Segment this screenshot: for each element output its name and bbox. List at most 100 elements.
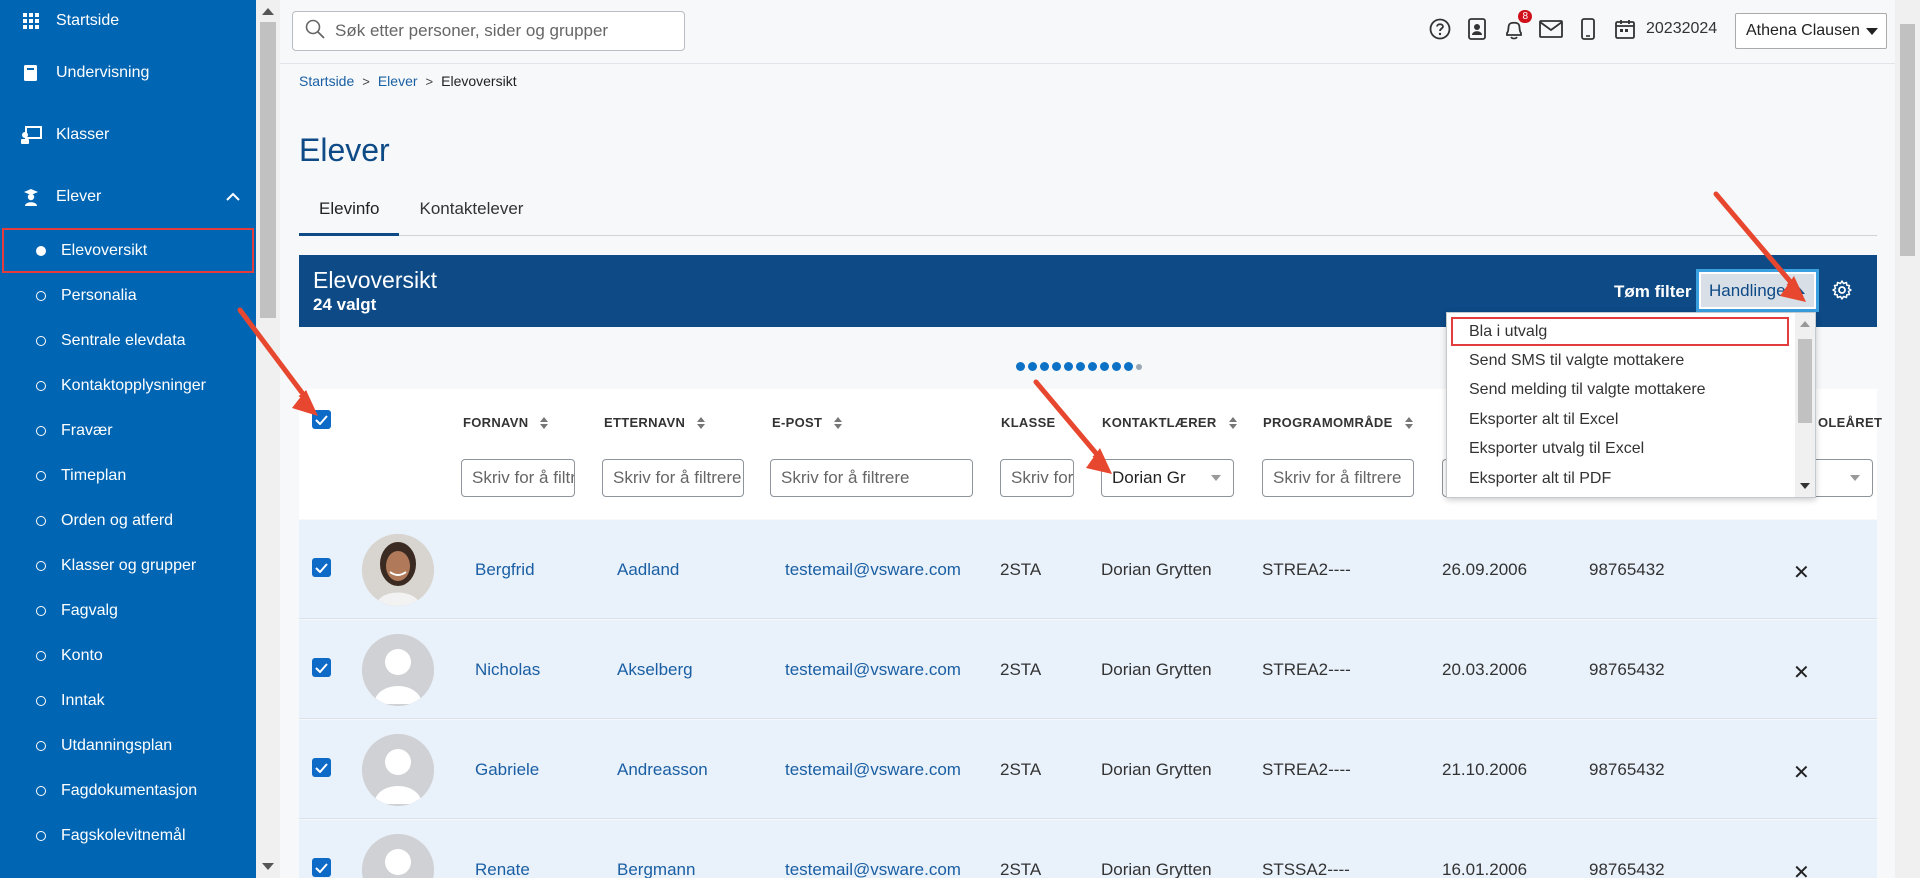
sidebar-item-klasser[interactable]: Klasser	[0, 104, 256, 166]
cell-fornavn[interactable]: Renate	[475, 860, 530, 878]
filter-programomrade[interactable]	[1262, 459, 1414, 497]
scroll-up-arrow[interactable]	[1800, 321, 1810, 327]
sidebar-subitem-label: Klasser og grupper	[61, 556, 197, 574]
mail-icon[interactable]	[1539, 16, 1563, 42]
sidebar-item-undervisning[interactable]: Undervisning	[0, 42, 256, 104]
row-checkbox[interactable]	[312, 858, 331, 877]
sort-icon[interactable]	[834, 416, 843, 429]
sidebar-subitem[interactable]: Fagvalg	[0, 588, 256, 633]
avatar-placeholder-icon	[362, 634, 434, 706]
actions-menu-item[interactable]: Eksporter alt til PDF	[1447, 464, 1792, 493]
cell-klasse: 2STA	[1000, 660, 1042, 679]
scroll-down-arrow[interactable]	[262, 863, 274, 870]
notification-bell-icon[interactable]: 8	[1502, 10, 1532, 42]
sidebar-subitem[interactable]: Fravær	[0, 408, 256, 453]
search-input[interactable]	[335, 21, 665, 41]
tab-elevinfo[interactable]: Elevinfo	[299, 191, 400, 236]
tab-kontaktelever[interactable]: Kontaktelever	[399, 191, 543, 236]
student-icon	[20, 186, 42, 208]
cell-etternavn[interactable]: Akselberg	[617, 660, 693, 680]
column-header-programomrade[interactable]: PROGRAMOMRÅDE	[1263, 415, 1413, 430]
sidebar-subitem[interactable]: Fagskolevitnemål	[0, 813, 256, 858]
column-header-kontaktlaerer[interactable]: KONTAKTLÆRER	[1102, 415, 1237, 430]
sidebar-subitem[interactable]: Sentrale elevdata	[0, 318, 256, 363]
school-year[interactable]: 20232024	[1646, 20, 1717, 38]
clear-filter-button[interactable]: Tøm filter	[1614, 282, 1691, 302]
filter-etternavn[interactable]	[602, 459, 744, 497]
cell-epost[interactable]: testemail@vsware.com	[785, 760, 961, 780]
actions-menu-item[interactable]: Eksporter utvalg til Excel	[1447, 434, 1792, 463]
sidebar-subitem[interactable]: Inntak	[0, 678, 256, 723]
sidebar-scrollbar[interactable]	[256, 0, 280, 878]
table-row[interactable]: Gabriele Andreasson testemail@vsware.com 2S…	[299, 720, 1877, 819]
actions-button[interactable]: Handlinger	[1699, 272, 1816, 309]
sort-icon[interactable]	[1228, 416, 1237, 429]
column-header-epost[interactable]: E-POST	[772, 415, 843, 430]
cell-fornavn[interactable]: Bergfrid	[475, 560, 535, 580]
sidebar-subitem[interactable]: Timeplan	[0, 453, 256, 498]
cell-epost[interactable]: testemail@vsware.com	[785, 860, 961, 878]
cell-fornavn[interactable]: Nicholas	[475, 660, 540, 680]
table-row[interactable]: Renate Bergmann testemail@vsware.com 2STA Do…	[299, 820, 1877, 878]
scrollbar-thumb[interactable]	[1798, 339, 1812, 423]
sort-icon[interactable]	[697, 416, 706, 429]
sidebar-subitem-label: Fagvalg	[61, 601, 118, 619]
close-icon: ✕	[1793, 662, 1810, 684]
contact-card-icon[interactable]	[1465, 16, 1489, 42]
table-row[interactable]: Nicholas Akselberg testemail@vsware.com 2ST…	[299, 620, 1877, 719]
cell-etternavn[interactable]: Andreasson	[617, 760, 708, 780]
filter-fornavn[interactable]	[461, 459, 575, 497]
gear-icon[interactable]	[1832, 280, 1852, 305]
sort-icon[interactable]	[1404, 416, 1413, 429]
sidebar-subitem[interactable]: Konto	[0, 633, 256, 678]
scroll-up-arrow[interactable]	[262, 8, 274, 15]
main-scrollbar[interactable]	[1895, 0, 1920, 878]
cell-epost[interactable]: testemail@vsware.com	[785, 660, 961, 680]
sidebar-item-elever[interactable]: Elever	[0, 166, 256, 228]
sidebar-subitem[interactable]: Fagdokumentasjon	[0, 768, 256, 813]
sidebar-subitem-label: Utdanningsplan	[61, 736, 173, 754]
actions-menu-item[interactable]: Send SMS til valgte mottakere	[1447, 346, 1792, 375]
filter-epost[interactable]	[770, 459, 973, 497]
filter-skolearet[interactable]	[1809, 459, 1873, 497]
chevron-up-icon[interactable]	[226, 188, 240, 206]
actions-menu-item[interactable]: Eksporter alt til Excel	[1447, 405, 1792, 434]
sidebar-subitem[interactable]: Utdanningsplan	[0, 723, 256, 768]
user-menu-button[interactable]: Athena Clausen	[1735, 13, 1887, 49]
help-icon[interactable]	[1428, 16, 1452, 42]
sidebar-subitem[interactable]: Personalia	[0, 273, 256, 318]
sort-icon[interactable]	[540, 416, 549, 429]
table-row[interactable]: Bergfrid Aadland testemail@vsware.com 2STA D…	[299, 520, 1877, 619]
sidebar-subitem[interactable]: Orden og atferd	[0, 498, 256, 543]
column-header-etternavn[interactable]: ETTERNAVN	[604, 415, 706, 430]
sidebar-item-startside[interactable]: Startside	[0, 0, 256, 42]
column-header-klasse[interactable]: KLASSE	[1001, 415, 1056, 430]
filter-kontaktlaerer[interactable]: Dorian Gr	[1101, 459, 1234, 497]
column-header-skolearet[interactable]: OLEÅRET	[1818, 415, 1882, 430]
row-checkbox[interactable]	[312, 558, 331, 577]
row-checkbox[interactable]	[312, 758, 331, 777]
scrollbar-thumb[interactable]	[1900, 24, 1915, 256]
scrollbar-thumb[interactable]	[260, 22, 276, 318]
column-header-fornavn[interactable]: FORNAVN	[463, 415, 549, 430]
menu-scrollbar[interactable]	[1795, 313, 1815, 497]
sidebar-subitem[interactable]: Kontaktopplysninger	[0, 363, 256, 408]
breadcrumb-parent[interactable]: Elever	[378, 73, 418, 89]
cell-klasse: 2STA	[1000, 760, 1042, 779]
actions-menu-item[interactable]: Bla i utvalg	[1451, 317, 1789, 346]
sidebar-subitem[interactable]: Elevoversikt	[2, 228, 254, 273]
search-box[interactable]	[292, 11, 685, 51]
cell-etternavn[interactable]: Aadland	[617, 560, 679, 580]
calendar-icon[interactable]	[1613, 16, 1637, 42]
scroll-down-arrow[interactable]	[1800, 483, 1810, 489]
sidebar-subitem[interactable]: Klasser og grupper	[0, 543, 256, 588]
actions-menu-item[interactable]: Send melding til valgte mottakere	[1447, 375, 1792, 404]
filter-klasse[interactable]	[1000, 459, 1074, 497]
cell-etternavn[interactable]: Bergmann	[617, 860, 695, 878]
row-checkbox[interactable]	[312, 658, 331, 677]
mobile-phone-icon[interactable]	[1576, 16, 1600, 42]
breadcrumb-home[interactable]: Startside	[299, 73, 354, 89]
cell-fornavn[interactable]: Gabriele	[475, 760, 539, 780]
select-all-checkbox[interactable]	[312, 410, 331, 429]
cell-epost[interactable]: testemail@vsware.com	[785, 560, 961, 580]
